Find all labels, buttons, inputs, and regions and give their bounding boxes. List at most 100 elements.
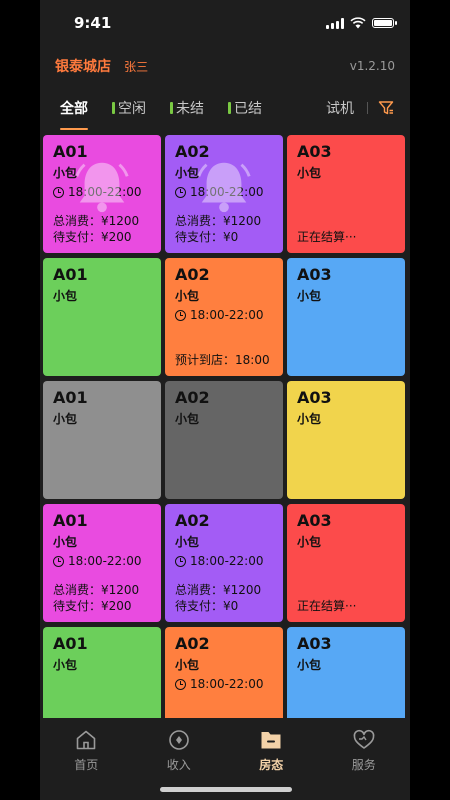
room-status-text: 待支付：¥200	[53, 230, 132, 244]
room-card[interactable]: A01小包18:00-22:00总消费：¥1200待支付：¥200	[43, 135, 161, 253]
tab-label: 已结	[234, 101, 262, 117]
user-name: 张三	[124, 60, 149, 74]
room-details: 总消费：¥1200 待支付：¥200	[53, 582, 139, 614]
room-type: 小包	[53, 535, 78, 549]
clock-icon	[53, 555, 64, 567]
room-grid: A01 小包 18:00-22:00 总消费：¥1200 待支付：¥200 A02 小包 18…	[43, 135, 407, 745]
room-card[interactable]: A01 小包	[43, 258, 161, 376]
tab-all[interactable]: 全部	[60, 98, 88, 130]
room-card[interactable]: A03 小包	[287, 381, 405, 499]
clock-icon	[175, 309, 186, 321]
room-time-text: 18:00-22:00	[68, 554, 142, 568]
tabbar-label: 房态	[259, 758, 284, 772]
room-time: 18:00-22:00	[175, 677, 273, 691]
room-status-text: 待支付：¥0	[175, 599, 239, 613]
bell-icon	[75, 162, 129, 213]
room-card[interactable]: A03 小包正在结算···	[287, 504, 405, 622]
cellular-signal-icon	[326, 17, 344, 29]
tab-label: 空闲	[118, 101, 146, 117]
tab-unsettled[interactable]: 未结	[170, 98, 204, 118]
bell-icon	[197, 162, 251, 213]
app-version: v1.2.10	[349, 59, 395, 73]
status-icons	[326, 17, 397, 29]
room-total: 总消费：¥1200	[175, 583, 262, 597]
room-code: A03	[297, 265, 332, 284]
room-type: 小包	[175, 412, 200, 426]
room-code: A01	[53, 265, 88, 284]
room-card[interactable]: A03 小包	[287, 258, 405, 376]
room-time: 18:00-22:00	[175, 554, 273, 568]
room-details: 总消费：¥1200 待支付：¥0	[175, 582, 261, 614]
room-code: A03	[297, 511, 332, 530]
room-type: 小包	[53, 658, 78, 672]
room-type: 小包	[297, 166, 322, 180]
income-icon	[168, 730, 189, 750]
room-type: 小包	[53, 289, 78, 303]
room-type: 小包	[175, 289, 200, 303]
tab-label: 全部	[60, 101, 88, 117]
room-code: A02	[175, 634, 210, 653]
tabbar-service[interactable]: 服务	[334, 728, 394, 800]
tab-label: 未结	[176, 101, 204, 117]
filter-icon[interactable]	[378, 100, 394, 116]
room-details: 预计到店：18:00	[175, 352, 270, 368]
room-code: A01	[53, 511, 88, 530]
room-total: 总消费：¥1200	[53, 583, 140, 597]
room-card[interactable]: A01 小包 18:00-22:00 总消费：¥1200 待支付：¥200	[43, 504, 161, 622]
clock-icon	[53, 186, 64, 198]
tabbar-label: 首页	[74, 758, 99, 772]
tabbar-label: 收入	[166, 758, 191, 772]
room-time: 18:00-22:00	[175, 308, 273, 322]
room-time-text: 18:00-22:00	[190, 677, 264, 691]
room-time: 18:00-22:00	[53, 554, 151, 568]
home-icon	[76, 730, 96, 750]
filter-tabs: 全部 空闲 未结 已结 试机	[40, 86, 410, 130]
room-details: 正在结算···	[297, 229, 356, 245]
room-code: A02	[175, 511, 210, 530]
room-type: 小包	[53, 412, 78, 426]
store-name: 银泰城店	[55, 59, 111, 75]
room-code: A02	[175, 388, 210, 407]
room-card[interactable]: A03 小包 正在结算···	[287, 135, 405, 253]
tab-marker	[170, 102, 173, 114]
room-details: 总消费：¥1200 待支付：¥200	[53, 213, 139, 245]
room-code: A02	[175, 265, 210, 284]
room-status-text: 正在结算···	[297, 230, 357, 244]
tab-marker	[228, 102, 231, 114]
room-status-icon	[261, 732, 281, 749]
service-icon	[353, 729, 375, 749]
room-status-text: 待支付：¥0	[175, 230, 239, 244]
room-card[interactable]: A02 小包	[165, 381, 283, 499]
room-type: 小包	[297, 412, 322, 426]
room-card[interactable]: A02 小包 18:00-22:00 总消费：¥1200 待支付：¥0	[165, 504, 283, 622]
app-screen: 9:41 银泰城店 张三 v1.2.10 全部 空闲 未结 已结 试机 A01 …	[40, 0, 410, 800]
room-total: 总消费：¥1200	[53, 214, 140, 228]
room-type: 小包	[297, 289, 322, 303]
room-type: 小包	[297, 535, 322, 549]
room-time-text: 18:00-22:00	[190, 554, 264, 568]
room-type: 小包	[175, 658, 200, 672]
store-info[interactable]: 银泰城店 张三	[55, 56, 148, 76]
status-time: 9:41	[74, 14, 112, 32]
room-code: A01	[53, 388, 88, 407]
room-details: 正在结算···	[297, 598, 356, 614]
room-card[interactable]: A02小包18:00-22:00总消费：¥1200待支付：¥0	[165, 135, 283, 253]
room-total: 总消费：¥1200	[175, 214, 262, 228]
room-code: A03	[297, 388, 332, 407]
tabbar-label: 服务	[351, 758, 376, 772]
battery-icon	[372, 18, 397, 28]
room-code: A03	[297, 634, 332, 653]
tab-idle[interactable]: 空闲	[112, 98, 146, 118]
tab-trial[interactable]: 试机	[326, 98, 354, 118]
room-card[interactable]: A02 小包 18:00-22:00 预计到店：18:00	[165, 258, 283, 376]
tabbar-home[interactable]: 首页	[56, 728, 116, 800]
room-type: 小包	[175, 535, 200, 549]
wifi-icon	[350, 17, 366, 29]
room-card[interactable]: A01 小包	[43, 381, 161, 499]
room-code: A01	[53, 634, 88, 653]
tab-settled[interactable]: 已结	[228, 98, 262, 118]
clock-icon	[175, 555, 186, 567]
tab-divider	[367, 102, 368, 114]
room-status-text: 待支付：¥200	[53, 599, 132, 613]
room-type: 小包	[297, 658, 322, 672]
